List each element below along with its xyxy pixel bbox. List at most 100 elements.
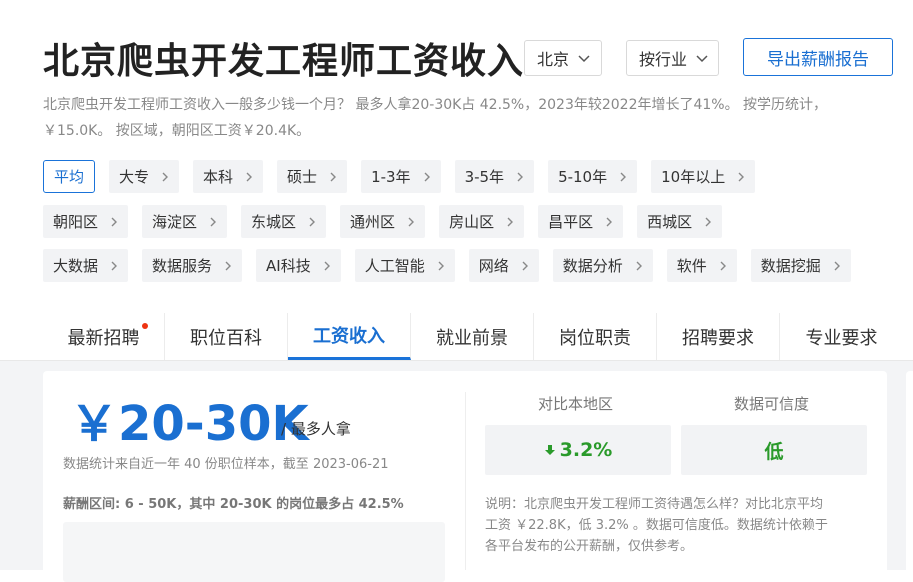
edu-exp-chip[interactable]: 10年以上 (651, 160, 756, 193)
reliability-title: 数据可信度 (734, 395, 810, 413)
summary-description: 北京爬虫开发工程师工资收入一般多少钱一个月？ 最多人拿20-30K占 42.5%… (43, 92, 913, 144)
chevron-right-icon (834, 261, 840, 270)
district-chip[interactable]: 昌平区 (538, 205, 624, 238)
district-chip[interactable]: 海淀区 (142, 205, 228, 238)
tab-4[interactable]: 就业前景 (411, 313, 534, 360)
header-area: 北京爬虫开发工程师工资收入 北京 按行业 导出薪酬报告 北京爬虫开发工程师工资收… (0, 0, 913, 360)
city-select-value: 北京 (537, 50, 570, 69)
edu-exp-chip-label: 硕士 (287, 168, 318, 186)
tab-5[interactable]: 岗位职责 (534, 313, 657, 360)
tab-label: 招聘要求 (682, 327, 754, 349)
district-chip[interactable]: 房山区 (439, 205, 525, 238)
industry-chip-label: 大数据 (53, 257, 99, 275)
industry-chip-label: 人工智能 (364, 257, 425, 275)
edu-exp-chip[interactable]: 硕士 (277, 160, 348, 193)
explain-line-2: 工资 ￥22.8K，低 3.2% 。数据可信度低。数据统计依赖于 (485, 518, 828, 533)
summary-line-2: ￥15.0K。 按区域，朝阳区工资￥20.4K。 (43, 123, 311, 139)
industry-filters: 大数据 数据服务 AI科技 人工智能 网络 数据分析 软件 数据挖掘 (43, 249, 851, 282)
chevron-right-icon (507, 217, 514, 226)
edu-exp-chip-label: 平均 (54, 168, 85, 186)
chevron-right-icon (738, 172, 745, 181)
chevron-right-icon (210, 217, 217, 226)
chevron-right-icon (162, 172, 169, 181)
chevron-right-icon (309, 217, 316, 226)
salary-headline: ￥20-30K (70, 396, 309, 452)
region-compare-value-box: 3.2% (485, 425, 671, 475)
chevron-right-icon (620, 172, 627, 181)
edu-exp-chip[interactable]: 3-5年 (454, 160, 535, 193)
explain-line-3: 各平台发布的公开薪酬，仅供参考。 (485, 539, 694, 554)
district-chip-label: 通州区 (350, 213, 396, 231)
chevron-down-icon (696, 55, 708, 63)
district-chip[interactable]: 西城区 (637, 205, 723, 238)
edu-exp-chip[interactable]: 1-3年 (361, 160, 441, 193)
industry-chip-label: 数据分析 (562, 257, 623, 275)
district-chip-label: 东城区 (251, 213, 297, 231)
export-report-button[interactable]: 导出薪酬报告 (743, 38, 893, 76)
arrow-down-icon (544, 445, 555, 455)
industry-chip-label: 数据挖掘 (760, 257, 821, 275)
chevron-right-icon (705, 217, 712, 226)
chevron-right-icon (408, 217, 415, 226)
edu-exp-chip[interactable]: 大专 (109, 160, 180, 193)
education-experience-filters: 平均 大专 本科 硕士 1-3年 3-5年 5-10年 10年以上 (43, 160, 756, 193)
chevron-right-icon (111, 261, 118, 270)
summary-line-1: 北京爬虫开发工程师工资收入一般多少钱一个月？ 最多人拿20-30K占 42.5%… (43, 97, 828, 113)
district-chip[interactable]: 朝阳区 (43, 205, 129, 238)
card-divider (465, 392, 466, 570)
edu-exp-chip-label: 大专 (119, 168, 150, 186)
industry-chip-label: 数据服务 (152, 257, 213, 275)
new-badge-dot (142, 323, 148, 329)
page-title: 北京爬虫开发工程师工资收入 (43, 41, 525, 82)
industry-chip[interactable]: 人工智能 (354, 249, 455, 282)
chevron-right-icon (111, 217, 118, 226)
chevron-right-icon (517, 172, 524, 181)
district-chip-label: 西城区 (647, 213, 693, 231)
edu-exp-chip-label: 本科 (203, 168, 234, 186)
industry-chip[interactable]: 数据挖掘 (750, 249, 851, 282)
district-chip[interactable]: 通州区 (340, 205, 426, 238)
district-chip[interactable]: 东城区 (241, 205, 327, 238)
next-card-edge (906, 371, 913, 581)
industry-chip[interactable]: 软件 (666, 249, 737, 282)
tab-label: 工资收入 (313, 326, 385, 347)
tab-1[interactable]: 最新招聘 (43, 313, 165, 360)
district-filters: 朝阳区 海淀区 东城区 通州区 房山区 昌平区 西城区 (43, 205, 723, 238)
industry-chip-label: 网络 (478, 257, 509, 275)
salary-range-note: 薪酬区间: 6 - 50K，其中 20-30K 的岗位最多占 42.5% (63, 497, 404, 512)
explain-line-1: 说明：北京爬虫开发工程师工资待遇怎么样？对比北京平均 (485, 497, 824, 512)
chevron-right-icon (522, 261, 528, 270)
industry-chip[interactable]: 大数据 (43, 249, 129, 282)
sample-stats-note: 数据统计来自近一年 40 份职位样本，截至 2023-06-21 (63, 457, 389, 472)
tab-2[interactable]: 职位百科 (165, 313, 288, 360)
edu-exp-chip-label: 5-10年 (558, 168, 608, 186)
district-chip-label: 房山区 (449, 213, 495, 231)
industry-select-value: 按行业 (639, 50, 688, 69)
edu-exp-chip-label: 10年以上 (661, 168, 726, 186)
tab-label: 最新招聘 (67, 327, 140, 349)
industry-chip[interactable]: 网络 (468, 249, 539, 282)
city-select[interactable]: 北京 (524, 40, 602, 76)
tab-3[interactable]: 工资收入 (288, 313, 411, 360)
industry-chip[interactable]: 数据分析 (552, 249, 653, 282)
region-compare-title: 对比本地区 (538, 395, 614, 413)
salary-headline-suffix: / 最多人拿 (281, 420, 351, 438)
tab-label: 就业前景 (436, 327, 508, 349)
tab-label: 岗位职责 (559, 327, 631, 349)
chevron-right-icon (324, 261, 330, 270)
edu-exp-chip[interactable]: 5-10年 (548, 160, 638, 193)
edu-exp-chip[interactable]: 本科 (193, 160, 264, 193)
industry-chip[interactable]: AI科技 (256, 249, 341, 282)
tab-7[interactable]: 专业要求 (780, 313, 903, 360)
industry-chip[interactable]: 数据服务 (142, 249, 243, 282)
section-tabs: 最新招聘 职位百科 工资收入 就业前景 岗位职责 招聘要求 专业要求 (43, 313, 903, 360)
chevron-right-icon (438, 261, 444, 270)
tab-6[interactable]: 招聘要求 (657, 313, 780, 360)
reliability-value: 低 (764, 440, 784, 463)
reliability-value-box: 低 (681, 425, 867, 475)
edu-exp-chip[interactable]: 平均 (43, 160, 96, 193)
district-chip-label: 海淀区 (152, 213, 198, 231)
chevron-right-icon (424, 172, 430, 181)
chevron-down-icon (578, 55, 590, 63)
industry-select[interactable]: 按行业 (626, 40, 719, 76)
